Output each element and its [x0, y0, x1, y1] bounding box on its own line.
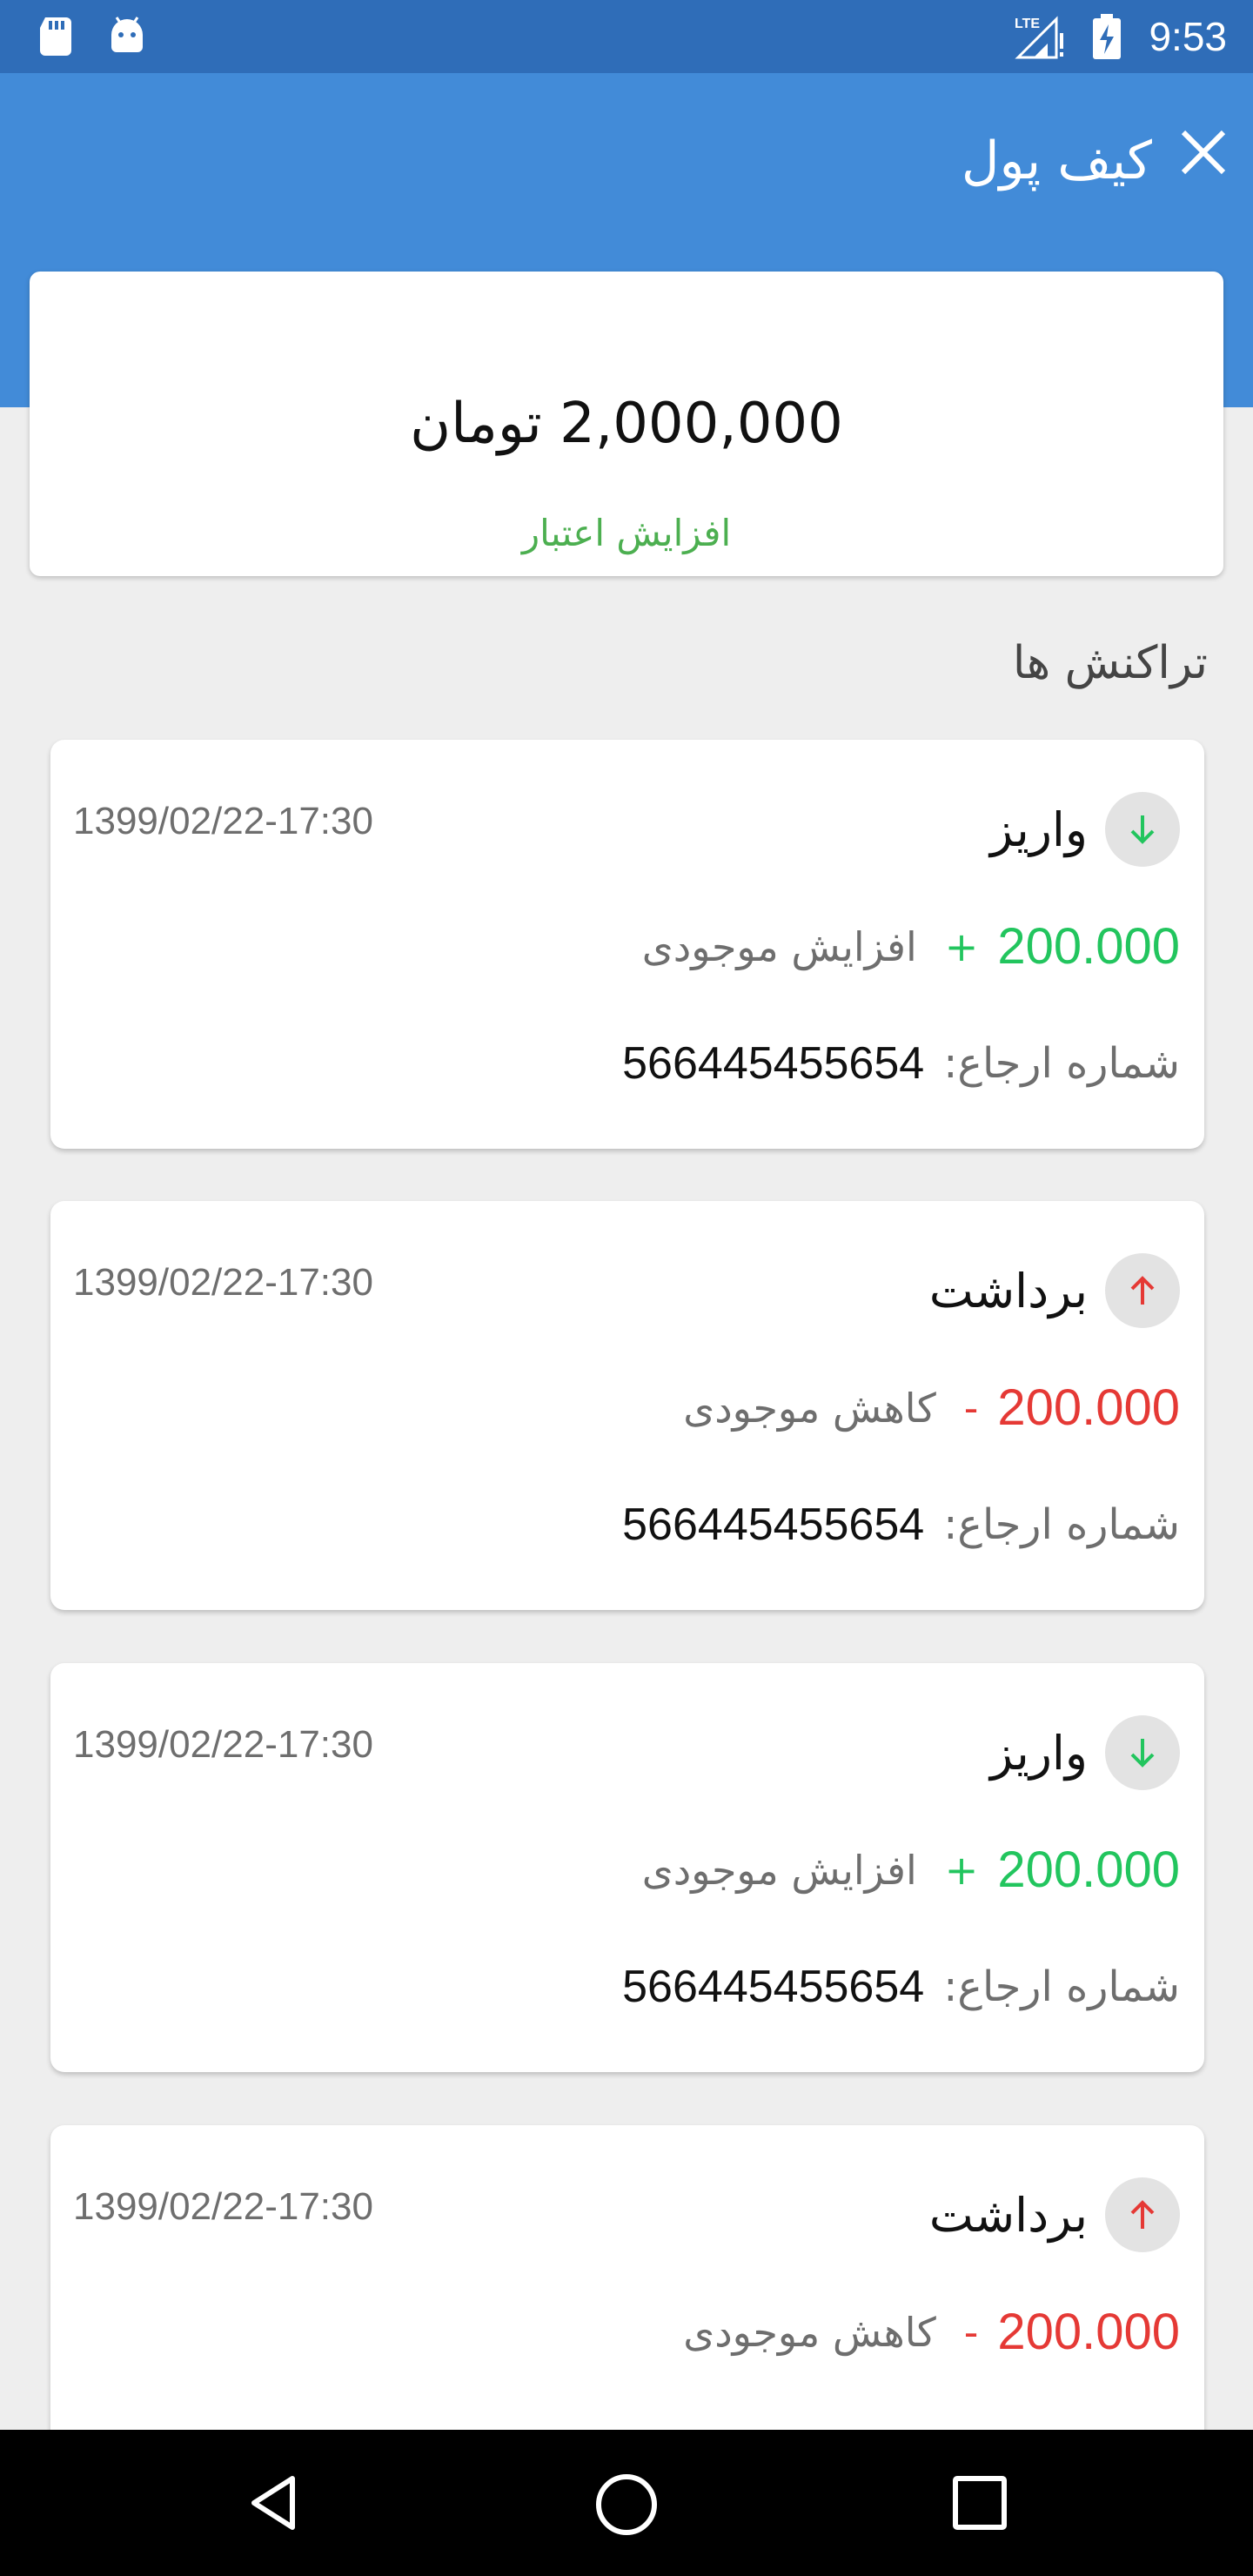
transaction-amount: 200.000	[997, 1841, 1180, 1898]
transaction-sign: -	[963, 1385, 979, 1432]
close-button[interactable]	[1173, 122, 1234, 183]
transaction-date: 1399/02/22-17:30	[73, 800, 373, 842]
transaction-description: افزایش موجودی	[641, 1847, 917, 1894]
transaction-reference-row: شماره ارجاع: 566445455654	[622, 1952, 1180, 2022]
transaction-type-badge	[1105, 1253, 1180, 1328]
transaction-type-badge	[1105, 792, 1180, 867]
status-time: 9:53	[1149, 14, 1227, 59]
transaction-amount: 200.000	[997, 2304, 1180, 2360]
transaction-sign: -	[963, 2309, 979, 2356]
transaction-type-badge	[1105, 2177, 1180, 2252]
reference-number: 566445455654	[622, 1962, 925, 2012]
balance-amount: 2,000,000 تومان	[410, 392, 843, 456]
transaction-date: 1399/02/22-17:30	[73, 1723, 373, 1766]
back-icon[interactable]	[242, 2472, 305, 2534]
signal-icon: LTE	[1015, 16, 1063, 59]
transaction-amount-row: 200.000 + افزایش موجودی	[642, 1835, 1180, 1905]
transaction-type: واریز	[990, 802, 1088, 857]
transaction-reference-row: شماره ارجاع: 566445455654	[622, 1490, 1180, 1560]
recents-icon[interactable]	[950, 2473, 1009, 2532]
reference-number: 566445455654	[622, 1038, 925, 1089]
reference-label: شماره ارجاع:	[943, 1962, 1180, 2011]
arrow-up-icon	[1130, 1276, 1155, 1305]
transaction-card[interactable]: 1399/02/22-17:30 برداشت 200.000 - کاهش م…	[50, 1201, 1204, 1610]
system-nav-bar	[0, 2430, 1253, 2576]
transaction-type: برداشت	[928, 1264, 1088, 1318]
reference-number: 566445455654	[622, 1499, 925, 1550]
transaction-card[interactable]: 1399/02/22-17:30 واریز 200.000 + افزایش …	[50, 740, 1204, 1149]
transaction-amount: 200.000	[997, 918, 1180, 975]
close-icon	[1181, 130, 1226, 175]
transaction-type: واریز	[990, 1726, 1088, 1781]
svg-text:LTE: LTE	[1015, 17, 1040, 31]
transaction-description: افزایش موجودی	[641, 923, 917, 970]
transaction-date: 1399/02/22-17:30	[73, 2185, 373, 2228]
transaction-type-badge	[1105, 1715, 1180, 1790]
arrow-down-icon	[1130, 815, 1155, 844]
transaction-sign: +	[944, 1847, 979, 1894]
battery-charging-icon	[1093, 14, 1121, 59]
page-title: کیف پول	[961, 131, 1152, 191]
transaction-description: کاهش موجودی	[683, 1385, 936, 1432]
status-bar: LTE 9:53	[0, 0, 1253, 73]
transactions-title: تراکنش ها	[1012, 637, 1208, 689]
arrow-up-icon	[1130, 2200, 1155, 2229]
android-icon	[111, 17, 143, 52]
transaction-date: 1399/02/22-17:30	[73, 1261, 373, 1304]
transaction-amount: 200.000	[997, 1379, 1180, 1436]
transaction-sign: +	[944, 923, 979, 970]
reference-label: شماره ارجاع:	[943, 1500, 1180, 1549]
arrow-down-icon	[1130, 1739, 1155, 1768]
topup-button[interactable]: افزایش اعتبار	[0, 503, 1253, 564]
transaction-card[interactable]: 1399/02/22-17:30 واریز 200.000 + افزایش …	[50, 1663, 1204, 2072]
transaction-reference-row: شماره ارجاع: 566445455654	[622, 1029, 1180, 1098]
transaction-type: برداشت	[928, 2188, 1088, 2243]
transaction-description: کاهش موجودی	[683, 2309, 936, 2356]
home-icon[interactable]	[593, 2472, 660, 2538]
reference-label: شماره ارجاع:	[943, 1039, 1180, 1088]
transaction-amount-row: 200.000 - کاهش موجودی	[683, 2298, 1180, 2367]
sd-card-icon	[40, 17, 71, 56]
transaction-amount-row: 200.000 - کاهش موجودی	[683, 1373, 1180, 1443]
transaction-amount-row: 200.000 + افزایش موجودی	[642, 912, 1180, 982]
